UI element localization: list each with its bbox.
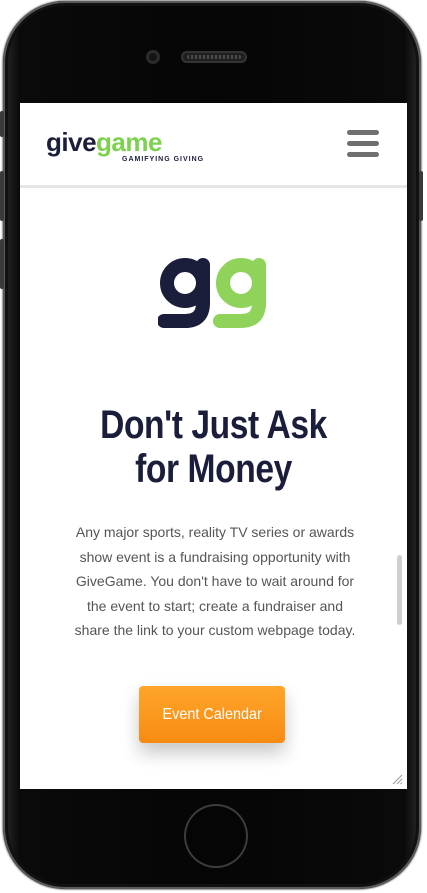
site-header: givegame GAMIFYING GIVING (20, 103, 407, 188)
logo-wordmark: givegame (46, 127, 162, 157)
volume-down-button (0, 239, 4, 289)
power-button (419, 171, 423, 221)
event-calendar-label: Event Calendar (162, 706, 262, 723)
hero-description: Any major sports, reality TV series or a… (74, 524, 356, 638)
front-camera (146, 50, 160, 64)
resize-grip-icon[interactable] (391, 773, 403, 785)
phone-screen: givegame GAMIFYING GIVING Don't Just Ask… (20, 103, 407, 789)
headline-line-1: Don't Just Ask (100, 403, 327, 447)
logo-game-text: game (96, 127, 162, 157)
event-calendar-button[interactable]: Event Calendar (139, 686, 285, 743)
givegame-logo[interactable]: givegame GAMIFYING GIVING (46, 127, 206, 169)
volume-up-button (0, 171, 4, 221)
home-button[interactable] (184, 804, 248, 868)
logo-give-text: give (46, 127, 97, 157)
logo-tagline: GAMIFYING GIVING (122, 156, 205, 163)
earpiece-speaker (181, 51, 247, 63)
scrollbar-thumb[interactable] (397, 555, 402, 625)
mute-switch (0, 111, 4, 137)
hamburger-menu-icon[interactable] (347, 130, 379, 158)
headline-line-2: for Money (135, 447, 292, 491)
gg-logo-icon (158, 258, 266, 328)
hero-headline: Don't Just Ask for Money (51, 403, 376, 491)
